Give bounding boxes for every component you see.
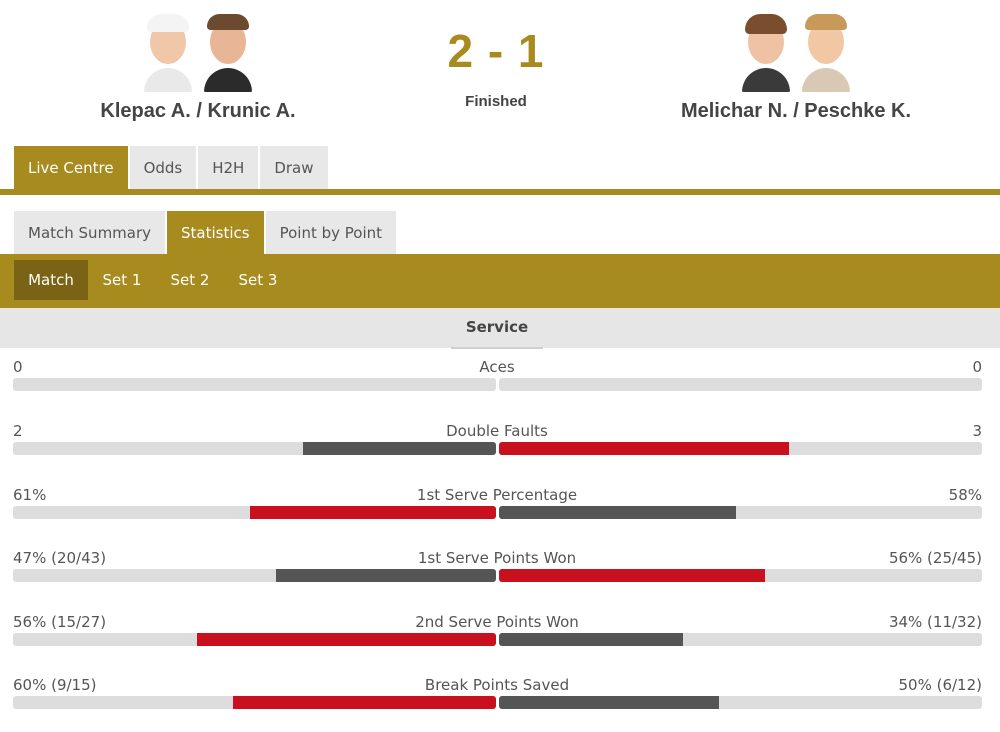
away-stat-bar <box>499 696 982 709</box>
home-stat-fill <box>276 569 496 582</box>
stat-away-value: 58% <box>948 486 982 504</box>
set-selector: Match Set 1 Set 2 Set 3 <box>0 254 1000 308</box>
set-tab-2[interactable]: Set 2 <box>160 260 220 300</box>
set-tab-match[interactable]: Match <box>14 260 88 300</box>
match-status: Finished <box>465 93 527 110</box>
stat-away-value: 34% (11/32) <box>888 613 982 631</box>
set-tab-1[interactable]: Set 1 <box>92 260 152 300</box>
away-team: Melichar N. / Peschke K. <box>616 12 976 123</box>
stat-label: Double Faults <box>446 422 548 440</box>
home-stat-bar <box>13 696 496 709</box>
match-header: Klepac A. / Krunic A. 2 - 1 Finished Mel… <box>0 0 1000 146</box>
tab-odds[interactable]: Odds <box>129 146 197 190</box>
away-stat-bar <box>499 506 982 519</box>
home-stat-bar <box>13 506 496 519</box>
home-stat-fill <box>302 442 496 455</box>
home-team: Klepac A. / Krunic A. <box>18 12 378 123</box>
stat-home-value: 56% (15/27) <box>13 613 107 631</box>
tab-match-summary[interactable]: Match Summary <box>14 211 166 255</box>
home-stat-bar <box>13 442 496 455</box>
stat-away-value: 0 <box>972 358 982 376</box>
away-stat-bar <box>499 442 982 455</box>
home-team-name[interactable]: Klepac A. / Krunic A. <box>18 100 378 123</box>
stat-label: 2nd Serve Points Won <box>415 613 579 631</box>
tab-live-centre[interactable]: Live Centre <box>14 146 128 190</box>
home-avatars <box>18 12 378 92</box>
tab-point-by-point[interactable]: Point by Point <box>265 211 397 255</box>
stat-away-value: 3 <box>972 422 982 440</box>
stat-home-value: 60% (9/15) <box>13 676 97 694</box>
home-stat-bar <box>13 569 496 582</box>
stat-row-aces: 0 Aces 0 <box>0 358 1000 398</box>
sub-tabs: Match Summary Statistics Point by Point <box>14 211 397 255</box>
away-stat-bar <box>499 633 982 646</box>
stat-label: Break Points Saved <box>424 676 570 694</box>
stat-label: 1st Serve Percentage <box>416 486 578 504</box>
stat-home-value: 47% (20/43) <box>13 549 107 567</box>
away-stat-bar <box>499 569 982 582</box>
avatar <box>202 12 254 92</box>
away-stat-fill <box>499 442 789 455</box>
set-tab-3[interactable]: Set 3 <box>228 260 288 300</box>
stat-row-first-serve-percentage: 61% 1st Serve Percentage 58% <box>0 486 1000 526</box>
home-stat-fill <box>249 506 496 519</box>
away-stat-fill <box>499 569 765 582</box>
home-stat-bar <box>13 633 496 646</box>
stat-home-value: 61% <box>13 486 47 504</box>
avatar <box>142 12 194 92</box>
tab-h2h[interactable]: H2H <box>198 146 259 190</box>
stat-row-first-serve-points-won: 47% (20/43) 1st Serve Points Won 56% (25… <box>0 549 1000 589</box>
home-stat-bar <box>13 378 496 391</box>
away-avatars <box>616 12 976 92</box>
away-stat-fill <box>499 633 683 646</box>
away-stat-fill <box>499 506 736 519</box>
tabs-divider <box>0 189 1000 195</box>
stat-row-break-points-saved: 60% (9/15) Break Points Saved 50% (6/12) <box>0 676 1000 716</box>
stat-label: Aces <box>479 358 515 376</box>
main-tabs: Live Centre Odds H2H Draw <box>14 146 328 190</box>
tab-statistics[interactable]: Statistics <box>167 211 264 255</box>
away-team-name[interactable]: Melichar N. / Peschke K. <box>616 100 976 123</box>
away-stat-bar <box>499 378 982 391</box>
section-title: Service <box>465 318 529 336</box>
home-stat-fill <box>196 633 496 646</box>
away-stat-fill <box>499 696 719 709</box>
stat-label: 1st Serve Points Won <box>417 549 577 567</box>
avatar <box>740 12 792 92</box>
service-section-header: Service <box>0 308 1000 348</box>
stat-home-value: 0 <box>13 358 23 376</box>
match-score: 2 - 1 <box>447 25 545 77</box>
stat-home-value: 2 <box>13 422 23 440</box>
stat-row-double-faults: 2 Double Faults 3 <box>0 422 1000 462</box>
stat-away-value: 50% (6/12) <box>898 676 983 694</box>
avatar <box>800 12 852 92</box>
home-stat-fill <box>232 696 496 709</box>
stat-row-second-serve-points-won: 56% (15/27) 2nd Serve Points Won 34% (11… <box>0 613 1000 653</box>
tab-draw[interactable]: Draw <box>260 146 328 190</box>
section-underline <box>451 347 543 349</box>
stat-away-value: 56% (25/45) <box>888 549 982 567</box>
